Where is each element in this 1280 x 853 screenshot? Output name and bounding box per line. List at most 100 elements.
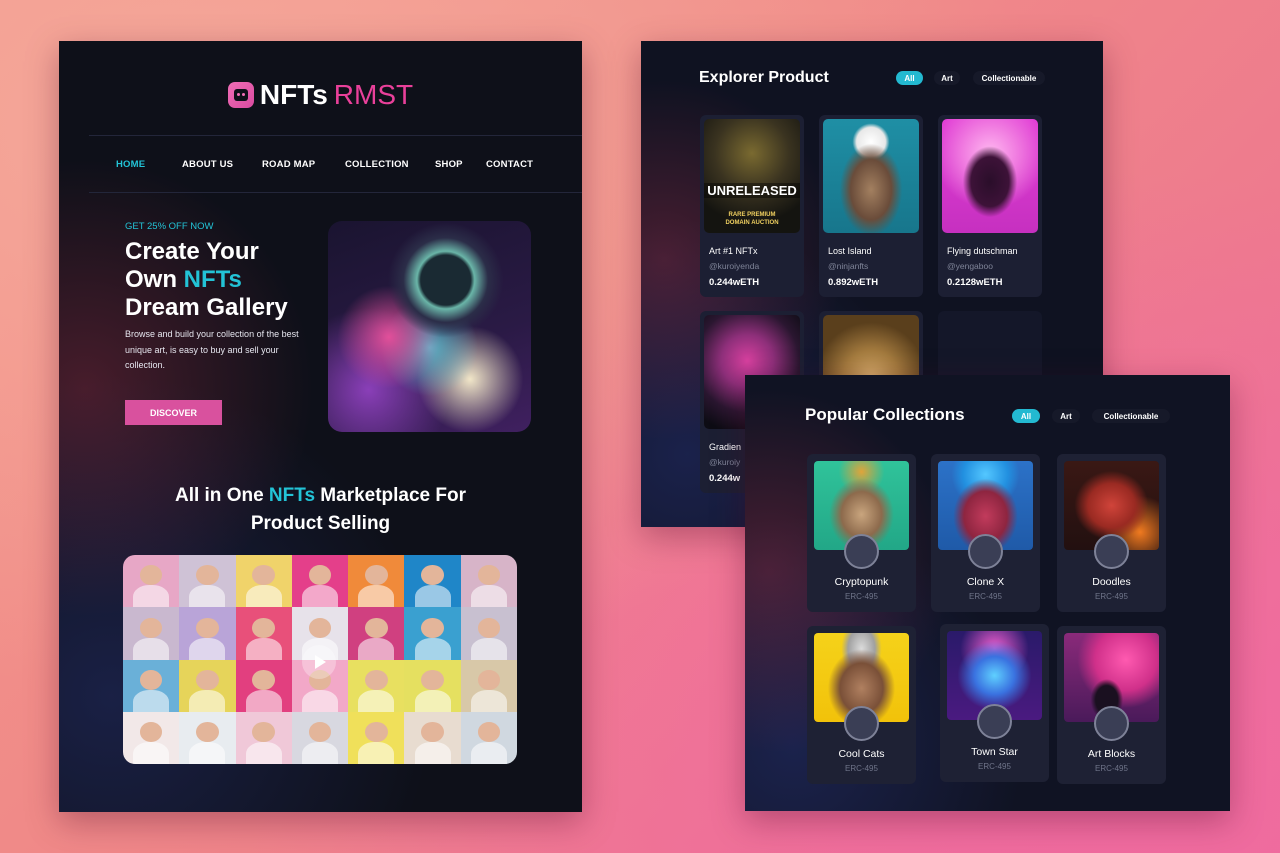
product-user[interactable]: @kuroiy [709, 457, 740, 467]
explorer-filter-collectionable[interactable]: Collectionable [973, 71, 1045, 85]
product-price: 0.244w [709, 473, 741, 484]
portrait-thumbnail [179, 711, 236, 764]
collection-standard: ERC-495 [845, 592, 878, 601]
product-user[interactable]: @yengaboo [947, 261, 993, 271]
collection-card[interactable]: Doodles ERC-495 [1057, 454, 1166, 612]
logo[interactable]: NFTs RMST [59, 79, 582, 111]
explorer-filter-art[interactable]: Art [934, 71, 960, 85]
product-name: Art #1 NFTx [709, 246, 758, 256]
portrait-thumbnail [348, 711, 405, 764]
portrait-thumbnail [460, 607, 517, 660]
portrait-thumbnail [404, 659, 461, 712]
product-name: Lost Island [828, 246, 872, 256]
hero-description: Browse and build your collection of the … [125, 329, 299, 370]
nav-shop[interactable]: SHOP [435, 159, 463, 170]
portrait-thumbnail [123, 555, 180, 608]
portrait-thumbnail [404, 555, 461, 608]
collection-name: Doodles [1092, 576, 1131, 588]
explorer-title: Explorer Product [699, 69, 829, 86]
product-card[interactable]: UNRELEASED RARE PREMIUM DOMAIN AUCTION A… [700, 115, 804, 297]
popular-filter-art[interactable]: Art [1052, 409, 1080, 423]
product-image [823, 119, 919, 233]
portrait-thumbnail [123, 659, 180, 712]
product-name: Flying dutschman [947, 246, 1018, 256]
collection-card[interactable]: Cryptopunk ERC-495 [807, 454, 916, 612]
play-icon[interactable] [302, 645, 336, 679]
collection-standard: ERC-495 [845, 764, 878, 773]
collection-avatar [968, 534, 1003, 569]
collection-avatar [1094, 534, 1129, 569]
nav-home[interactable]: HOME [116, 159, 145, 170]
product-image: UNRELEASED RARE PREMIUM DOMAIN AUCTION [704, 119, 800, 233]
portrait-thumbnail [235, 555, 292, 608]
nav-contact[interactable]: CONTACT [486, 159, 533, 170]
discover-button[interactable]: DISCOVER [125, 400, 222, 425]
portrait-thumbnail [235, 607, 292, 660]
collection-standard: ERC-495 [1095, 592, 1128, 601]
portrait-thumbnail [123, 711, 180, 764]
collection-name: Art Blocks [1087, 748, 1136, 760]
popular-filter-all[interactable]: All [1012, 409, 1040, 423]
hero-title-line1: Create Your [125, 238, 259, 265]
collection-name: Cool Cats [838, 748, 885, 760]
collection-avatar [844, 706, 879, 741]
unreleased-label: UNRELEASED [704, 183, 800, 198]
portrait-thumbnail [179, 555, 236, 608]
collection-avatar [844, 534, 879, 569]
product-card[interactable]: Lost Island @ninjanfts 0.892wETH [819, 115, 923, 297]
marketplace-heading: All in One NFTs Marketplace For Product … [59, 482, 582, 538]
portrait-thumbnail [348, 555, 405, 608]
portrait-thumbnail [235, 659, 292, 712]
landing-page-panel: NFTs RMST HOME ABOUT US ROAD MAP COLLECT… [59, 41, 582, 812]
heading-line1a: All in One [174, 485, 269, 506]
collection-card[interactable]: Town Star ERC-495 [940, 624, 1049, 782]
portrait-thumbnail [179, 607, 236, 660]
logo-text-main: NFTs [259, 79, 328, 110]
hero-astronaut-image [328, 221, 531, 432]
portrait-thumbnail [348, 659, 405, 712]
portrait-thumbnail [460, 659, 517, 712]
main-nav: HOME ABOUT US ROAD MAP COLLECTION SHOP C… [89, 135, 582, 193]
portrait-thumbnail [404, 711, 461, 764]
portrait-thumbnail [404, 607, 461, 660]
collection-name: Town Star [971, 746, 1018, 758]
collection-name: Clone X [966, 576, 1005, 588]
portrait-thumbnail [460, 555, 517, 608]
portrait-thumbnail [179, 659, 236, 712]
collection-avatar [977, 704, 1012, 739]
product-name: Gradien [709, 442, 742, 452]
nav-collection[interactable]: COLLECTION [345, 159, 409, 170]
nav-road-map[interactable]: ROAD MAP [262, 159, 315, 170]
portrait-thumbnail [291, 711, 349, 764]
collection-card[interactable]: Clone X ERC-495 [931, 454, 1040, 612]
collection-card[interactable]: Cool Cats ERC-495 [807, 626, 916, 784]
hero-promo: GET 25% OFF NOW [125, 221, 214, 232]
product-price: 0.892wETH [828, 277, 879, 288]
hero-title-line2b: NFTs [183, 266, 242, 293]
portrait-thumbnail [291, 555, 349, 608]
logo-icon [227, 82, 254, 108]
explorer-filter-all[interactable]: All [896, 71, 923, 85]
heading-line1b: NFTs [268, 485, 316, 506]
logo-text-accent: RMST [333, 79, 414, 110]
popular-filter-collectionable[interactable]: Collectionable [1092, 409, 1170, 423]
product-price: 0.2128wETH [947, 277, 1003, 288]
product-user[interactable]: @kuroiyenda [709, 261, 759, 271]
popular-title: Popular Collections [805, 405, 965, 424]
portrait-thumbnail [235, 711, 292, 764]
product-card[interactable]: Flying dutschman @yengaboo 0.2128wETH [938, 115, 1042, 297]
portrait-thumbnail [123, 607, 180, 660]
heading-line2: Product Selling [250, 513, 391, 534]
product-user[interactable]: @ninjanfts [828, 261, 868, 271]
heading-line1c: Marketplace For [315, 485, 467, 506]
portrait-thumbnail [348, 607, 405, 660]
product-price: 0.244wETH [709, 277, 760, 288]
portrait-thumbnail [460, 711, 517, 764]
collection-standard: ERC-495 [969, 592, 1002, 601]
product-image [942, 119, 1038, 233]
hero-title-line2a: Own [125, 266, 184, 293]
nav-about-us[interactable]: ABOUT US [182, 159, 233, 170]
auction-label: RARE PREMIUM DOMAIN AUCTION [725, 212, 779, 226]
collection-standard: ERC-495 [978, 762, 1011, 771]
collection-card[interactable]: Art Blocks ERC-495 [1057, 626, 1166, 784]
